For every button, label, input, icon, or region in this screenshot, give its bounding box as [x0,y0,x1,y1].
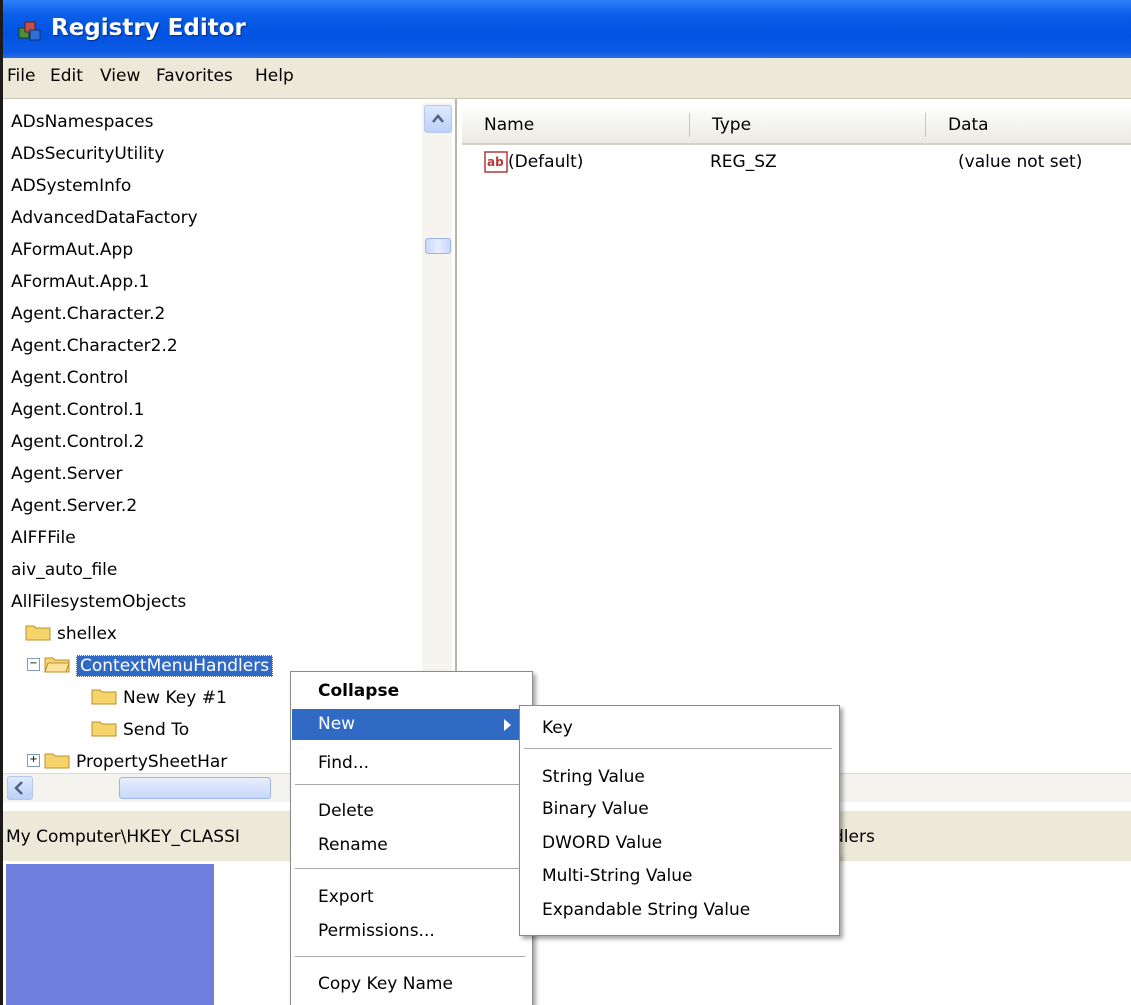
tree-item-label-selected: ContextMenuHandlers [76,655,274,677]
tree-item[interactable]: AllFilesystemObjects [11,586,186,618]
value-data: (value not set) [958,152,1083,172]
folder-icon [25,625,51,641]
tree-item[interactable]: Agent.Server.2 [11,490,137,522]
tree-item-new-key[interactable]: New Key #1 [91,682,227,714]
tree-item-label: PropertySheetHar [76,752,228,772]
menu-item-permissions[interactable]: Permissions... [292,916,529,947]
tree-item[interactable]: AFormAut.App.1 [11,266,149,298]
registry-editor-window: Registry Editor File Edit View Favorites… [0,0,1131,1005]
value-name: (Default) [508,152,584,172]
menu-separator [295,784,525,785]
submenu-item-multi-string-value[interactable]: Multi-String Value [542,861,693,891]
folder-icon [91,689,117,705]
ab-string-icon: ab [484,151,508,173]
tree-item[interactable]: Agent.Server [11,458,122,490]
tree-item[interactable]: Agent.Control [11,362,128,394]
menu-favorites[interactable]: Favorites [156,66,233,86]
registry-editor-icon [18,21,41,41]
folder-icon [44,753,70,769]
tree-item[interactable]: AdvancedDataFactory [11,202,198,234]
tree-item[interactable]: Agent.Character2.2 [11,330,178,362]
tree-item-send-to[interactable]: Send To [91,714,189,746]
column-header-type[interactable]: Type [690,107,926,145]
menu-file[interactable]: File [7,66,35,86]
menu-item-delete[interactable]: Delete [292,796,529,827]
menu-item-collapse[interactable]: Collapse [292,676,529,707]
submenu-item-string-value[interactable]: String Value [542,762,645,792]
open-folder-icon [44,657,70,673]
menu-separator [295,956,525,957]
column-header-name[interactable]: Name [462,107,690,145]
scroll-left-arrow-icon[interactable] [7,776,33,800]
submenu-item-binary-value[interactable]: Binary Value [542,796,649,822]
list-row[interactable]: ab (Default) REG_SZ (value not set) [458,149,1131,179]
status-path: My Computer\HKEY_CLASSI [6,827,240,847]
tree-item[interactable]: ADsNamespaces [11,106,153,138]
tree-item-label: Send To [123,720,190,740]
submenu-item-expandable-string-value[interactable]: Expandable String Value [542,895,750,925]
tree-item-context-menu-handlers[interactable]: − ContextMenuHandlers [27,650,274,682]
tree-item[interactable]: Agent.Control.2 [11,426,144,458]
menu-view[interactable]: View [100,66,140,86]
menu-item-copy-key-name[interactable]: Copy Key Name [292,969,529,1000]
value-type: REG_SZ [710,152,777,172]
menu-bar: File Edit View Favorites Help [3,58,1131,99]
folder-icon [91,721,117,737]
desktop-background [6,864,214,1005]
hscroll-thumb[interactable] [119,777,271,799]
values-list-pane[interactable]: Name Type Data ab (Default) REG_SZ (valu… [458,99,1131,799]
tree-item[interactable]: AIFFFile [11,522,76,554]
tree-item[interactable]: AFormAut.App [11,234,133,266]
scroll-thumb[interactable] [425,238,451,254]
new-submenu-lower: DWORD Value Multi-String Value Expandabl… [519,833,840,936]
tree-item[interactable]: ADsSecurityUtility [11,138,164,170]
tree-item[interactable]: Agent.Control.1 [11,394,144,426]
menu-separator [524,748,832,749]
tree-item[interactable]: ADSystemInfo [11,170,131,202]
menu-item-find[interactable]: Find... [292,748,529,779]
tree-item[interactable]: Agent.Character.2 [11,298,165,330]
menu-help[interactable]: Help [255,66,294,86]
column-header-data[interactable]: Data [926,107,1131,145]
window-title: Registry Editor [51,15,246,41]
svg-text:ab: ab [487,155,504,169]
submenu-item-key[interactable]: Key [542,713,573,743]
menu-item-export[interactable]: Export [292,882,529,913]
collapse-toggle-icon[interactable]: − [27,657,40,671]
tree-item-label: New Key #1 [123,688,227,708]
submenu-item-dword-value[interactable]: DWORD Value [542,828,662,858]
scroll-up-arrow-icon[interactable] [424,105,452,133]
menu-item-rename[interactable]: Rename [292,830,529,861]
submenu-arrow-icon [504,719,511,731]
title-bar[interactable]: Registry Editor [3,0,1131,58]
tree-item-label: shellex [57,624,117,644]
menu-item-new[interactable]: New [292,709,529,740]
tree-item-shellex[interactable]: shellex [25,618,117,650]
expand-toggle-icon[interactable]: + [27,753,40,767]
menu-separator [295,868,525,869]
tree-item[interactable]: aiv_auto_file [11,554,117,586]
menu-edit[interactable]: Edit [50,66,83,86]
context-menu: Collapse New Find... Delete Rename Expor… [290,671,533,1005]
